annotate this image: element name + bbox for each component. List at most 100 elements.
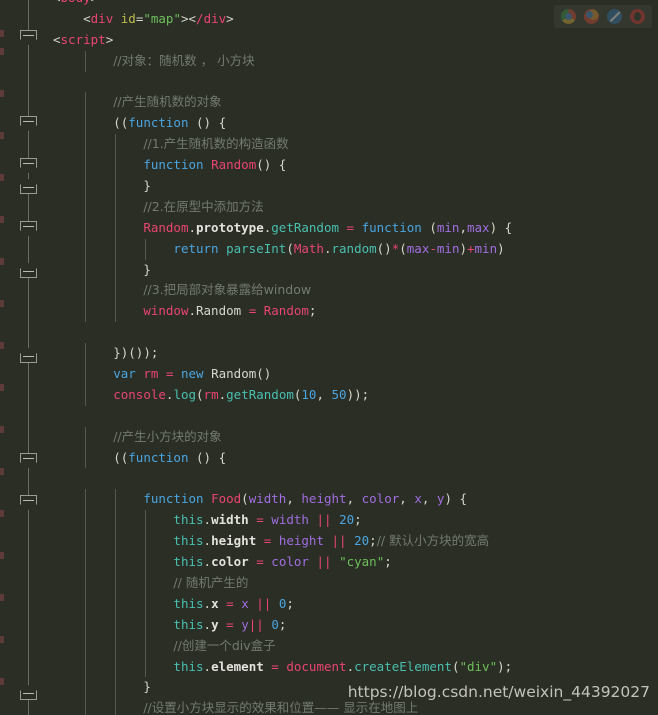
indent-guide bbox=[115, 280, 117, 302]
code-line[interactable]: //2.在原型中添加方法 bbox=[53, 196, 658, 218]
fold-marker[interactable] bbox=[20, 263, 37, 278]
code-line[interactable]: this.height = height || 20;// 默认小方块的宽高 bbox=[53, 531, 658, 553]
code-token: < bbox=[53, 0, 61, 5]
vcs-change-mark bbox=[0, 48, 4, 55]
code-line[interactable] bbox=[53, 406, 658, 427]
code-line[interactable]: } bbox=[53, 259, 658, 281]
code-token: function bbox=[143, 491, 204, 507]
fold-marker[interactable] bbox=[20, 348, 37, 363]
code-line[interactable]: //产生小方块的对象 bbox=[53, 426, 658, 448]
code-line[interactable]: //产生随机数的对象 bbox=[53, 92, 658, 114]
code-token: min bbox=[474, 240, 498, 256]
code-token: (( bbox=[113, 449, 129, 465]
fold-marker[interactable] bbox=[20, 221, 37, 236]
code-token: . bbox=[203, 533, 212, 549]
code-content-area[interactable]: <body> <div id="map"></div><script> //对象… bbox=[53, 0, 658, 715]
code-line[interactable]: //创建一个div盒子 bbox=[53, 635, 658, 657]
code-line[interactable]: function Random() { bbox=[53, 155, 658, 177]
minus-icon bbox=[23, 271, 34, 272]
code-line[interactable]: this.x = x || 0; bbox=[53, 593, 658, 615]
safari-icon[interactable] bbox=[607, 9, 622, 24]
indent-guide bbox=[85, 510, 87, 532]
code-token: )); bbox=[346, 386, 370, 402]
code-line[interactable]: console.log(rm.getRandom(10, 50)); bbox=[53, 384, 658, 406]
code-token: = bbox=[256, 512, 264, 528]
fold-marker[interactable] bbox=[20, 453, 37, 468]
code-token: 50 bbox=[331, 386, 347, 402]
code-line[interactable] bbox=[53, 468, 658, 489]
code-token: , bbox=[421, 491, 437, 507]
vcs-change-mark bbox=[0, 552, 4, 559]
code-token: < bbox=[83, 10, 91, 26]
code-line[interactable] bbox=[53, 72, 658, 93]
code-line[interactable]: Random.prototype.getRandom = function (m… bbox=[53, 217, 658, 239]
chrome-icon[interactable] bbox=[561, 9, 576, 24]
code-line[interactable]: //设置小方块显示的效果和位置—— 显示在地图上 bbox=[53, 698, 658, 715]
code-token: parseInt bbox=[226, 240, 287, 256]
code-token: ; bbox=[286, 595, 294, 611]
code-line[interactable]: })()); bbox=[53, 343, 658, 365]
code-line[interactable]: window.Random = Random; bbox=[53, 301, 658, 323]
fold-marker[interactable] bbox=[20, 495, 37, 510]
indent-guide bbox=[115, 510, 117, 532]
code-token: min bbox=[436, 240, 460, 256]
indent-guide bbox=[85, 113, 87, 135]
fold-marker[interactable] bbox=[20, 158, 37, 173]
code-line[interactable]: //对象：随机数 ， 小方块 bbox=[53, 50, 658, 72]
indent-guide bbox=[115, 259, 117, 281]
indent-guide bbox=[85, 614, 87, 636]
code-line[interactable] bbox=[53, 322, 658, 343]
vcs-change-mark bbox=[0, 384, 4, 391]
code-line[interactable]: ((function () { bbox=[53, 113, 658, 135]
code-line[interactable]: //1.产生随机数的构造函数 bbox=[53, 134, 658, 156]
code-line[interactable]: this.color = color || "cyan"; bbox=[53, 552, 658, 573]
folding-gutter[interactable] bbox=[5, 0, 53, 715]
code-token: prototype bbox=[196, 219, 264, 235]
code-line[interactable]: <script> bbox=[53, 30, 658, 51]
code-token: random bbox=[331, 240, 377, 256]
code-line[interactable]: this.width = width || 20; bbox=[53, 510, 658, 532]
fold-marker[interactable] bbox=[20, 116, 37, 131]
code-line[interactable]: } bbox=[53, 176, 658, 197]
fold-marker[interactable] bbox=[20, 179, 37, 194]
fold-marker[interactable] bbox=[20, 30, 37, 45]
indent-guide bbox=[85, 531, 87, 553]
vcs-change-mark bbox=[0, 174, 4, 181]
opera-icon[interactable] bbox=[630, 9, 645, 24]
code-editor[interactable]: <body> <div id="map"></div><script> //对象… bbox=[0, 0, 658, 715]
code-token: < bbox=[188, 10, 197, 26]
code-token: "cyan" bbox=[339, 554, 385, 570]
minus-icon bbox=[23, 693, 34, 694]
code-line[interactable]: } bbox=[53, 677, 658, 699]
code-line[interactable]: this.y = y|| 0; bbox=[53, 614, 658, 636]
code-line[interactable]: return parseInt(Math.random()*(max-min)+… bbox=[53, 238, 658, 260]
code-token: ( bbox=[286, 240, 294, 256]
code-token: 0 bbox=[271, 616, 279, 632]
browser-launcher-bar[interactable] bbox=[554, 5, 652, 28]
code-line[interactable]: //3.把局部对象暴露给window bbox=[53, 280, 658, 302]
fold-marker[interactable] bbox=[20, 685, 37, 700]
vcs-change-mark bbox=[0, 510, 4, 517]
indent-guide bbox=[85, 134, 87, 156]
code-line[interactable]: // 随机产生的 bbox=[53, 572, 658, 594]
code-line[interactable]: this.element = document.createElement("d… bbox=[53, 656, 658, 678]
code-token: . bbox=[203, 658, 212, 674]
minus-icon bbox=[23, 226, 34, 227]
code-line[interactable]: var rm = new Random() bbox=[53, 364, 658, 385]
code-line[interactable]: ((function () { bbox=[53, 447, 658, 469]
code-token: this bbox=[173, 595, 204, 611]
firefox-icon[interactable] bbox=[584, 9, 599, 24]
code-line[interactable]: function Food(width, height, color, x, y… bbox=[53, 489, 658, 511]
indent-guide bbox=[115, 238, 117, 260]
minus-icon bbox=[23, 458, 34, 459]
indent-guide bbox=[85, 259, 87, 281]
vcs-change-mark bbox=[0, 636, 4, 643]
indent-guide bbox=[85, 364, 87, 385]
